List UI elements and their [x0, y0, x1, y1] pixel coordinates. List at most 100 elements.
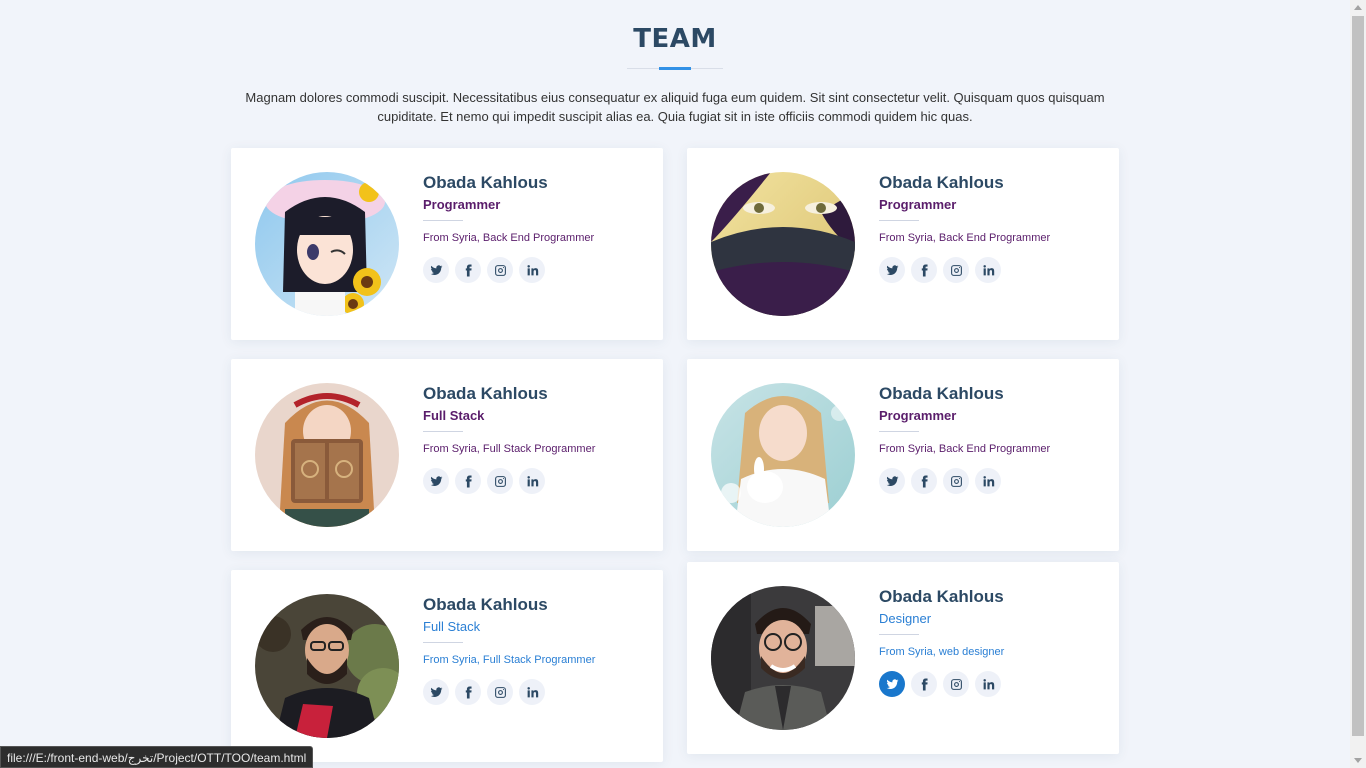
facebook-icon	[921, 678, 928, 690]
member-name: Obada Kahlous	[423, 173, 548, 192]
twitter-icon	[430, 475, 442, 486]
member-description: From Syria, Full Stack Programmer	[423, 443, 596, 455]
facebook-link[interactable]	[455, 468, 481, 494]
linkedin-icon	[526, 686, 538, 697]
twitter-icon	[430, 264, 442, 275]
member-description: From Syria, web designer	[879, 646, 1005, 658]
facebook-link[interactable]	[455, 679, 481, 705]
facebook-icon	[465, 264, 472, 276]
member-info: Obada Kahlous Programmer From Syria, Bac…	[879, 172, 1099, 283]
member-name: Obada Kahlous	[879, 173, 1004, 192]
instagram-icon	[494, 264, 506, 276]
twitter-link[interactable]	[423, 468, 449, 494]
browser-status-bar: file:///E:/front-end-web/تخرج/Project/OT…	[0, 746, 314, 768]
member-role: Programmer	[879, 408, 957, 423]
social-links	[879, 468, 1099, 494]
team-member-card: Obada Kahlous Programmer From Syria, Bac…	[687, 359, 1119, 551]
page-title: TEAM	[633, 24, 717, 54]
member-name: Obada Kahlous	[879, 587, 1004, 606]
team-member-card: Obada Kahlous Programmer From Syria, Bac…	[687, 148, 1119, 340]
member-divider	[879, 431, 919, 432]
title-underline	[627, 67, 723, 70]
linkedin-link[interactable]	[519, 679, 545, 705]
member-role: Full Stack	[423, 619, 481, 634]
twitter-link[interactable]	[879, 257, 905, 283]
twitter-icon	[886, 264, 898, 275]
section-description: Magnam dolores commodi suscipit. Necessi…	[245, 90, 1105, 124]
instagram-icon	[494, 686, 506, 698]
linkedin-icon	[526, 264, 538, 275]
member-role: Designer	[879, 611, 932, 626]
facebook-icon	[465, 475, 472, 487]
member-name: Obada Kahlous	[879, 384, 1004, 403]
instagram-icon	[950, 475, 962, 487]
scrollbar-thumb[interactable]	[1352, 16, 1364, 736]
member-photo	[711, 586, 855, 730]
section-title: TEAM	[0, 24, 1350, 54]
social-links	[879, 257, 1099, 283]
member-photo	[711, 172, 855, 316]
member-info: Obada Kahlous Designer From Syria, web d…	[879, 586, 1099, 697]
instagram-link[interactable]	[943, 468, 969, 494]
team-member-card: Obada Kahlous Full Stack From Syria, Ful…	[231, 359, 663, 551]
social-links	[423, 257, 643, 283]
social-links	[423, 679, 643, 705]
social-links	[879, 671, 1099, 697]
team-member-card: Obada Kahlous Full Stack From Syria, Ful…	[231, 570, 663, 762]
member-info: Obada Kahlous Full Stack From Syria, Ful…	[423, 594, 643, 705]
instagram-link[interactable]	[487, 468, 513, 494]
facebook-link[interactable]	[911, 671, 937, 697]
member-description: From Syria, Back End Programmer	[879, 232, 1051, 244]
linkedin-link[interactable]	[975, 671, 1001, 697]
social-links	[423, 468, 643, 494]
vertical-scrollbar[interactable]	[1350, 0, 1366, 768]
instagram-link[interactable]	[487, 679, 513, 705]
member-divider	[423, 431, 463, 432]
member-photo	[711, 383, 855, 527]
linkedin-icon	[982, 678, 994, 689]
instagram-icon	[950, 678, 962, 690]
twitter-link[interactable]	[423, 257, 449, 283]
linkedin-link[interactable]	[519, 468, 545, 494]
member-info: Obada Kahlous Programmer From Syria, Bac…	[423, 172, 643, 283]
twitter-icon	[886, 475, 898, 486]
member-info: Obada Kahlous Full Stack From Syria, Ful…	[423, 383, 643, 494]
linkedin-icon	[526, 475, 538, 486]
twitter-link[interactable]	[423, 679, 449, 705]
member-photo	[255, 172, 399, 316]
linkedin-icon	[982, 475, 994, 486]
team-page: TEAM Magnam dolores commodi suscipit. Ne…	[0, 0, 1350, 768]
facebook-link[interactable]	[455, 257, 481, 283]
member-role: Programmer	[879, 197, 957, 212]
linkedin-link[interactable]	[519, 257, 545, 283]
member-divider	[423, 220, 463, 221]
member-divider	[879, 634, 919, 635]
linkedin-link[interactable]	[975, 257, 1001, 283]
member-name: Obada Kahlous	[423, 384, 548, 403]
member-photo	[255, 594, 399, 738]
member-name: Obada Kahlous	[423, 595, 548, 614]
member-info: Obada Kahlous Programmer From Syria, Bac…	[879, 383, 1099, 494]
team-member-card: Obada Kahlous Designer From Syria, web d…	[687, 562, 1119, 754]
member-role: Programmer	[423, 197, 501, 212]
member-divider	[423, 642, 463, 643]
twitter-icon	[430, 686, 442, 697]
member-description: From Syria, Back End Programmer	[423, 232, 595, 244]
facebook-link[interactable]	[911, 257, 937, 283]
member-photo	[255, 383, 399, 527]
instagram-icon	[950, 264, 962, 276]
twitter-icon	[886, 678, 898, 689]
twitter-link[interactable]	[879, 468, 905, 494]
facebook-link[interactable]	[911, 468, 937, 494]
member-role: Full Stack	[423, 408, 485, 423]
scroll-down-icon[interactable]	[1354, 758, 1362, 763]
twitter-link[interactable]	[879, 671, 905, 697]
member-divider	[879, 220, 919, 221]
facebook-icon	[921, 475, 928, 487]
member-description: From Syria, Full Stack Programmer	[423, 654, 596, 666]
instagram-link[interactable]	[943, 257, 969, 283]
instagram-link[interactable]	[943, 671, 969, 697]
linkedin-link[interactable]	[975, 468, 1001, 494]
instagram-link[interactable]	[487, 257, 513, 283]
scroll-up-icon[interactable]	[1354, 5, 1362, 10]
